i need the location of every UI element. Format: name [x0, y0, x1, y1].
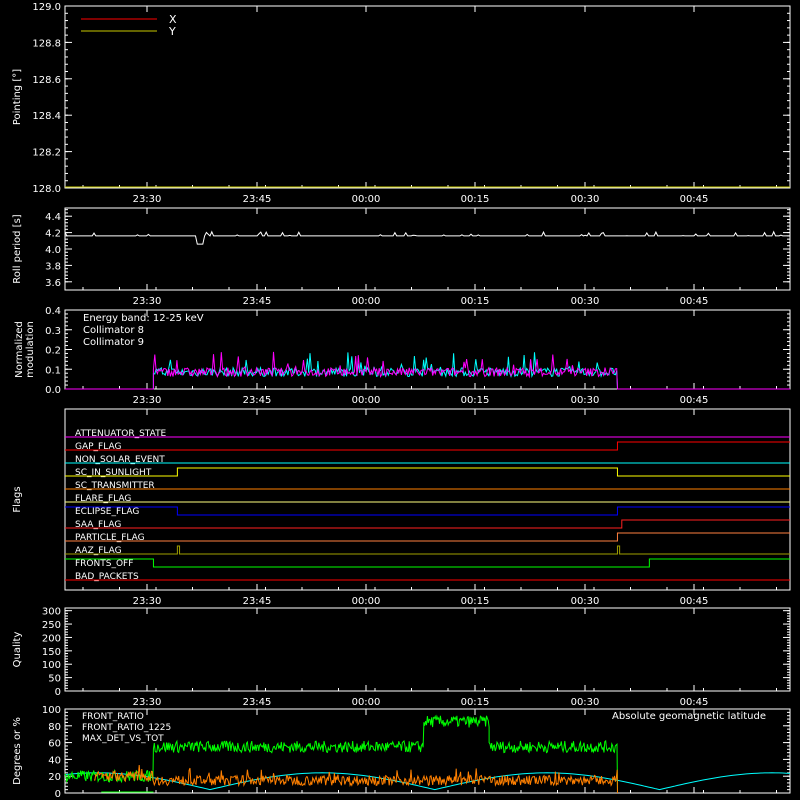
flag-line-saa_flag	[65, 519, 790, 529]
x-tick-label: 00:45	[680, 194, 709, 205]
y-tick-label: 128.6	[32, 75, 61, 86]
x-tick-label: 00:45	[680, 596, 709, 607]
y-tick-label: 0.2	[45, 346, 61, 357]
y-axis-label: Flags	[12, 486, 23, 512]
x-tick-label: 23:45	[243, 194, 272, 205]
x-tick-label: 00:00	[352, 194, 381, 205]
x-tick-label: 00:00	[352, 296, 381, 307]
y-tick-label: 40	[48, 755, 61, 766]
x-tick-label: 00:45	[680, 395, 709, 406]
y-axis-label: modulation	[25, 321, 36, 378]
y-tick-label: 300	[42, 607, 61, 618]
x-tick-label: 23:30	[133, 194, 162, 205]
flag-label-eclipse_flag: ECLIPSE_FLAG	[75, 507, 139, 517]
flag-label-fronts_off: FRONTS_OFF	[75, 559, 133, 569]
legend-label-collimator-9: Collimator 9	[83, 337, 144, 348]
y-axis-label: Degrees or %	[12, 717, 23, 785]
y-tick-label: 128.8	[32, 38, 61, 49]
x-tick-label: 00:15	[461, 596, 490, 607]
y-tick-label: 0.0	[45, 385, 61, 396]
geomagnetic-latitude-annotation: Absolute geomagnetic latitude	[612, 711, 766, 722]
roll-period-line	[64, 230, 790, 245]
y-tick-label: 200	[42, 633, 61, 644]
y-tick-label: 100	[42, 660, 61, 671]
y-tick-label: 0	[55, 789, 61, 800]
legend-label-max_det_vs_tot: MAX_DET_VS_TOT	[82, 734, 164, 744]
x-tick-label: 00:15	[461, 296, 490, 307]
y-axis-label: Pointing [°]	[12, 69, 23, 125]
modulation-line-collimator-9	[65, 351, 790, 390]
y-tick-label: 0.4	[45, 306, 61, 317]
y-axis-label: Quality	[12, 632, 23, 668]
y-tick-label: 3.8	[45, 261, 61, 272]
x-tick-label: 23:45	[243, 697, 272, 708]
x-tick-label: 00:15	[461, 697, 490, 708]
y-axis-label: Roll period [s]	[12, 214, 23, 283]
x-tick-label: 00:00	[352, 697, 381, 708]
x-tick-label: 00:15	[461, 395, 490, 406]
flag-line-eclipse_flag	[65, 506, 790, 516]
y-tick-label: 129.0	[32, 2, 61, 13]
x-tick-label: 00:45	[680, 697, 709, 708]
flag-line-aaz_flag	[65, 545, 790, 555]
x-tick-label: 00:45	[680, 296, 709, 307]
legend-label-Y: Y	[168, 25, 176, 38]
ratio-line-max_det_vs_tot	[93, 764, 618, 794]
x-tick-label: 23:30	[133, 697, 162, 708]
x-tick-label: 23:30	[133, 296, 162, 307]
y-tick-label: 4.2	[45, 229, 61, 240]
x-tick-label: 00:30	[571, 194, 600, 205]
energy-band-annotation: Energy band: 12-25 keV	[83, 313, 204, 324]
y-tick-label: 0	[55, 687, 61, 698]
y-tick-label: 20	[48, 772, 61, 783]
x-tick-label: 00:30	[571, 296, 600, 307]
panel-frame	[64, 607, 791, 692]
y-tick-label: 250	[42, 620, 61, 631]
x-tick-label: 00:15	[461, 194, 490, 205]
y-tick-label: 128.0	[32, 184, 61, 195]
flag-line-fronts_off	[65, 558, 790, 568]
x-tick-label: 00:30	[571, 395, 600, 406]
flag-line-sc_in_sunlight	[65, 467, 790, 477]
y-tick-label: 0.1	[45, 365, 61, 376]
x-tick-label: 00:00	[352, 596, 381, 607]
y-axis-label: Normalized	[14, 321, 25, 378]
panel-frame	[64, 408, 791, 591]
y-tick-label: 150	[42, 647, 61, 658]
x-tick-label: 00:30	[571, 697, 600, 708]
y-tick-label: 4.4	[45, 212, 61, 223]
x-tick-label: 23:45	[243, 296, 272, 307]
panel-frame	[64, 207, 791, 291]
y-tick-label: 128.4	[32, 111, 61, 122]
x-tick-label: 23:30	[133, 395, 162, 406]
y-tick-label: 60	[48, 739, 61, 750]
x-tick-label: 23:30	[133, 596, 162, 607]
y-tick-label: 0.3	[45, 326, 61, 337]
x-tick-label: 00:30	[571, 596, 600, 607]
y-tick-label: 3.6	[45, 278, 61, 289]
x-tick-label: 23:45	[243, 596, 272, 607]
flag-line-particle_flag	[65, 532, 790, 542]
rhessi-quicklook-chart: 23:30 23:45 00:00 00:15 00:30 00:45 Pointing […	[12, 2, 791, 800]
y-tick-label: 100	[42, 705, 61, 716]
x-tick-label: 00:00	[352, 395, 381, 406]
y-tick-label: 4.0	[45, 245, 61, 256]
y-tick-label: 50	[48, 674, 61, 685]
y-tick-label: 80	[48, 722, 61, 733]
y-tick-label: 128.2	[32, 148, 61, 159]
legend-label-front_ratio: FRONT_RATIO	[82, 712, 144, 722]
flag-line-gap_flag	[65, 441, 790, 451]
legend-label-collimator-8: Collimator 8	[83, 325, 144, 336]
x-tick-label: 23:45	[243, 395, 272, 406]
legend-label-front_ratio_1225: FRONT_RATIO_1225	[82, 723, 171, 733]
